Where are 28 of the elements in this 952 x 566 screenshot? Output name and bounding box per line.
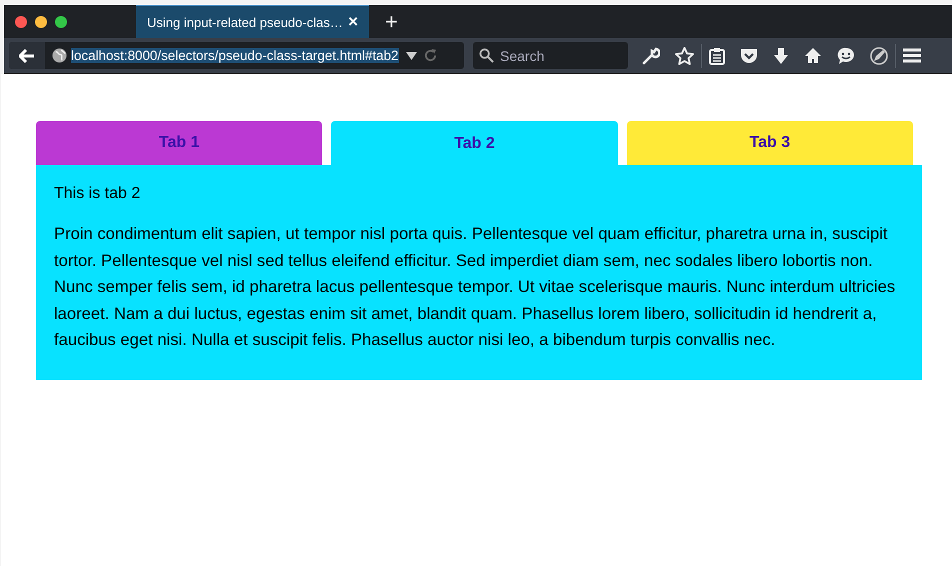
- star-icon[interactable]: [675, 46, 694, 64]
- globe-icon: [52, 48, 67, 63]
- zoom-window-button[interactable]: [55, 16, 67, 28]
- dropdown-caret-icon[interactable]: [406, 52, 417, 60]
- download-icon[interactable]: [773, 46, 789, 64]
- clipboard-icon[interactable]: [709, 46, 725, 64]
- url-text[interactable]: localhost:8000/selectors/pseudo-class-target.html#tab2: [71, 48, 399, 63]
- home-icon[interactable]: [804, 47, 822, 64]
- back-arrow-icon: [19, 48, 35, 62]
- close-window-button[interactable]: [15, 16, 27, 28]
- address-bar[interactable]: localhost:8000/selectors/pseudo-class-target.html#tab2: [9, 42, 464, 69]
- tab-title: Using input-related pseudo-clas…: [147, 14, 343, 30]
- pocket-icon[interactable]: [740, 47, 758, 64]
- menu-icon[interactable]: [903, 48, 921, 63]
- wrench-icon[interactable]: [642, 46, 660, 64]
- browser-tab[interactable]: Using input-related pseudo-clas… ×: [136, 5, 369, 38]
- reload-icon[interactable]: [424, 49, 437, 62]
- pencil-badge-icon[interactable]: [870, 46, 888, 64]
- tab[interactable]: Tab 3: [626, 121, 913, 165]
- search-field[interactable]: Search: [473, 42, 628, 69]
- tab[interactable]: Tab 2: [331, 121, 618, 166]
- chat-icon[interactable]: [837, 46, 855, 64]
- new-tab-button[interactable]: +: [385, 8, 398, 34]
- panel-paragraph: Proin condimentum elit sapien, ut tempor nisl porta quis. Pellentesque vel quam efficitur, pharetra urna in, suscipit tortor. Pellentesque vel nisl sed tellus eleifend efficitur. Sed imperdiet diam sem, nec sodales libero lobortis non. Nunc semper felis sem, id pharetra lacus pellentesque tempor. Ut vitae scelerisque mauris. Nunc interdum ultricies laoreet. Nam a dui luctus, egestas enim sit amet, blandit quam. Phasellus lorem libero, sollicitudin id hendrerit a, faucibus eget nisi. Nulla et suscipit felis. Phasellus auctor nisi leo, a bibendum turpis convallis nec.: [54, 223, 896, 351]
- panel-heading: This is tab 2: [54, 185, 142, 203]
- minimize-window-button[interactable]: [35, 16, 47, 28]
- back-button[interactable]: [9, 42, 45, 69]
- tab-close-button[interactable]: ×: [348, 12, 358, 32]
